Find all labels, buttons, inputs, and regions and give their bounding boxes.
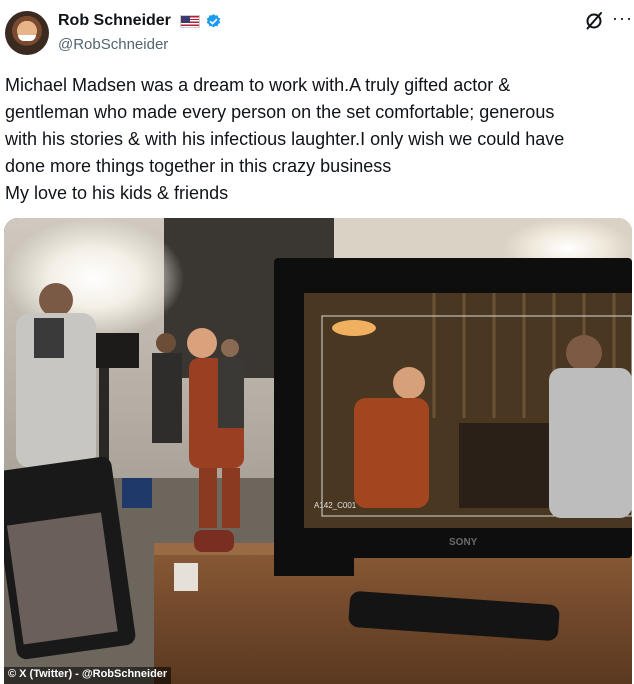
monitor-clip-label: A142_C001 <box>314 501 357 510</box>
post-photo[interactable]: A142_C001 SONY <box>4 218 632 684</box>
post-text-line: gentleman who made every person on the s… <box>5 102 555 122</box>
post-text-line: Michael Madsen was a dream to work with.… <box>5 75 511 95</box>
film-set-photo: A142_C001 SONY <box>4 218 632 684</box>
post-text-line: done more things together in this crazy … <box>5 156 392 176</box>
grok-icon[interactable] <box>584 11 604 31</box>
more-icon[interactable]: ··· <box>612 8 633 29</box>
verified-badge-icon <box>206 14 221 28</box>
post-header: Rob Schneider @RobSchneider ··· <box>0 0 634 64</box>
us-flag-icon <box>180 15 200 28</box>
author-handle[interactable]: @RobSchneider <box>58 36 168 53</box>
post-text: Michael Madsen was a dream to work with.… <box>5 72 629 207</box>
author-name[interactable]: Rob Schneider <box>58 12 171 30</box>
photo-credit: © X (Twitter) - @RobSchneider <box>4 667 172 684</box>
post-text-line: My love to his kids & friends <box>5 183 229 203</box>
post-text-line: with his stories & with his infectious l… <box>5 129 565 149</box>
monitor-brand-logo: SONY <box>449 537 478 548</box>
avatar[interactable] <box>5 11 49 55</box>
